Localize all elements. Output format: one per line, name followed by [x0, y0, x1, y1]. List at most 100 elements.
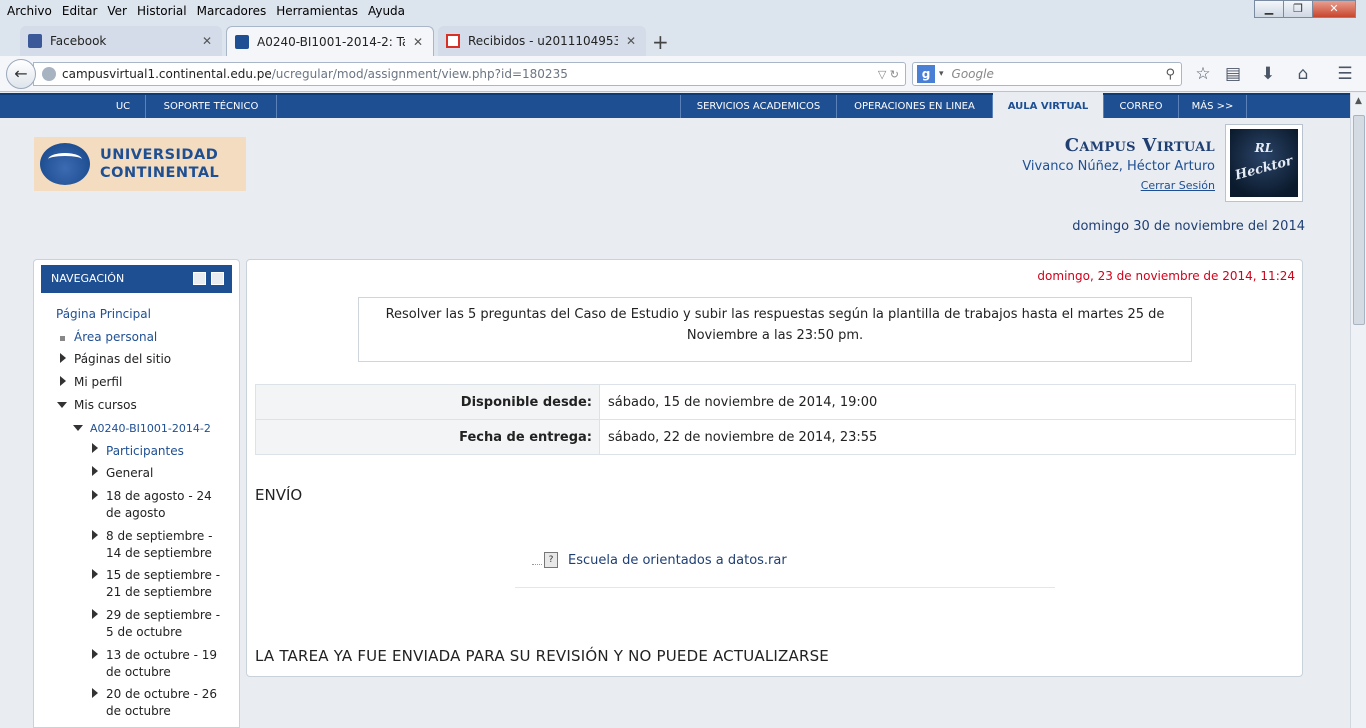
expand-icon[interactable] — [92, 569, 98, 579]
nav-mas[interactable]: MÁS >> — [1179, 95, 1247, 118]
page-scrollbar[interactable]: ▲ — [1350, 93, 1366, 728]
nav-paginas-del-sitio[interactable]: Páginas del sitio — [74, 351, 171, 368]
logout-link[interactable]: Cerrar Sesión — [1141, 179, 1215, 192]
dates-table: Disponible desde: sábado, 15 de noviembr… — [255, 384, 1296, 455]
menu-historial[interactable]: Historial — [132, 4, 192, 18]
university-logo[interactable]: UNIVERSIDAD CONTINENTAL — [34, 137, 246, 191]
logo-text: UNIVERSIDAD CONTINENTAL — [100, 147, 220, 181]
dock-block-icon[interactable] — [211, 272, 224, 285]
scroll-thumb[interactable] — [1353, 115, 1365, 325]
tab-title: Facebook — [50, 34, 107, 48]
menu-archivo[interactable]: Archivo — [2, 4, 57, 18]
expand-icon[interactable] — [92, 490, 98, 500]
navigation-title: NAVEGACIÓN — [51, 272, 125, 285]
avatar-image: RL Hecktor — [1230, 129, 1298, 197]
nav-uc[interactable]: UC — [101, 95, 146, 118]
expand-icon[interactable] — [92, 530, 98, 540]
nav-correo[interactable]: CORREO — [1103, 95, 1179, 118]
close-tab-icon[interactable]: ✕ — [413, 35, 423, 49]
assignment-panel: domingo, 23 de noviembre de 2014, 11:24 … — [246, 259, 1303, 677]
search-icon[interactable]: ⚲ — [1165, 67, 1175, 82]
avatar[interactable]: RL Hecktor — [1225, 124, 1303, 202]
facebook-icon — [28, 34, 42, 48]
file-link[interactable]: Escuela de orientados a datos.rar — [568, 553, 787, 568]
nav-week-18-agosto[interactable]: 18 de agosto - 24 de agosto — [106, 488, 212, 522]
nav-servicios-academicos[interactable]: SERVICIOS ACADEMICOS — [680, 95, 837, 118]
tab-title: Recibidos - u2011104953@... — [468, 34, 618, 48]
posted-date: domingo, 23 de noviembre de 2014, 11:24 — [1037, 269, 1295, 283]
expand-icon[interactable] — [92, 649, 98, 659]
close-tab-icon[interactable]: ✕ — [626, 34, 636, 48]
tab-assignment[interactable]: A0240-BI1001-2014-2: Tare... ✕ — [226, 26, 434, 56]
menu-herramientas[interactable]: Herramientas — [271, 4, 363, 18]
maximize-button[interactable]: ❐ — [1283, 0, 1313, 18]
nav-mis-cursos[interactable]: Mis cursos — [74, 397, 137, 414]
tab-title: A0240-BI1001-2014-2: Tare... — [257, 34, 405, 49]
divider — [515, 587, 1055, 588]
nav-week-8-septiembre[interactable]: 8 de septiembre -14 de septiembre — [106, 528, 212, 562]
nav-week-13-octubre[interactable]: 13 de octubre - 19 de octubre — [106, 647, 217, 681]
collapse-icon[interactable] — [73, 425, 83, 431]
collapse-icon[interactable] — [57, 402, 67, 408]
globe-icon — [42, 67, 56, 81]
logo-emblem-icon — [40, 143, 90, 185]
tab-facebook[interactable]: Facebook ✕ — [20, 26, 222, 56]
expand-icon[interactable] — [92, 443, 98, 453]
nav-week-29-septiembre[interactable]: 29 de septiembre -5 de octubre — [106, 607, 220, 641]
close-tab-icon[interactable]: ✕ — [202, 34, 212, 48]
reading-list-icon[interactable]: ▤ — [1222, 64, 1244, 84]
nav-week-20-octubre[interactable]: 20 de octubre - 26 de octubre — [106, 686, 217, 720]
tab-gmail[interactable]: Recibidos - u2011104953@... ✕ — [438, 26, 646, 56]
new-tab-icon[interactable]: + — [652, 30, 669, 54]
nav-aula-virtual[interactable]: AULA VIRTUAL — [993, 93, 1103, 120]
menu-bar: Archivo Editar Ver Historial Marcadores … — [0, 0, 1366, 22]
submission-heading: ENVÍO — [255, 486, 303, 504]
navigation-header: NAVEGACIÓN — [41, 265, 232, 293]
expand-icon[interactable] — [60, 353, 66, 363]
menu-editar[interactable]: Editar — [57, 4, 103, 18]
menu-ayuda[interactable]: Ayuda — [363, 4, 410, 18]
minimize-button[interactable]: ▁ — [1254, 0, 1284, 18]
nav-soporte-tecnico[interactable]: SOPORTE TÉCNICO — [146, 95, 277, 118]
tree-connector — [532, 555, 542, 565]
expand-icon[interactable] — [92, 609, 98, 619]
google-icon: g — [917, 65, 935, 83]
campus-title: Campus Virtual — [1064, 135, 1215, 156]
nav-pagina-principal[interactable]: Página Principal — [56, 306, 151, 323]
back-button[interactable]: ← — [6, 59, 36, 89]
menu-ver[interactable]: Ver — [102, 4, 132, 18]
dropdown-icon[interactable]: ▾ — [939, 69, 944, 79]
user-name: Vivanco Núñez, Héctor Arturo — [1022, 159, 1215, 174]
collapse-block-icon[interactable] — [193, 272, 206, 285]
expand-icon[interactable] — [60, 376, 66, 386]
submission-locked-notice: LA TAREA YA FUE ENVIADA PARA SU REVISIÓN… — [255, 647, 829, 665]
navigation-block: NAVEGACIÓN Página Principal Área persona… — [33, 259, 240, 728]
due-date-label: Fecha de entrega: — [255, 419, 600, 455]
menu-marcadores[interactable]: Marcadores — [192, 4, 272, 18]
nav-participantes[interactable]: Participantes — [106, 443, 184, 460]
assignment-intro: Resolver las 5 preguntas del Caso de Est… — [358, 297, 1192, 362]
nav-operaciones-en-linea[interactable]: OPERACIONES EN LINEA — [837, 95, 993, 118]
submitted-file: ? Escuela de orientados a datos.rar — [532, 552, 787, 568]
nav-mi-perfil[interactable]: Mi perfil — [74, 374, 122, 391]
current-date: domingo 30 de noviembre del 2014 — [1072, 219, 1305, 234]
home-icon[interactable]: ⌂ — [1292, 64, 1314, 84]
file-unknown-icon: ? — [544, 552, 558, 568]
uc-icon — [235, 34, 249, 49]
nav-course-a0240[interactable]: A0240-BI1001-2014-2 — [90, 420, 211, 437]
nav-week-15-septiembre[interactable]: 15 de septiembre -21 de septiembre — [106, 567, 220, 601]
search-placeholder: Google — [951, 67, 994, 81]
search-bar[interactable]: g ▾ Google ⚲ — [912, 62, 1182, 86]
nav-general[interactable]: General — [106, 465, 153, 482]
bookmark-star-icon[interactable]: ☆ — [1192, 64, 1214, 84]
bullet-icon — [60, 336, 65, 341]
url-bar[interactable]: campusvirtual1.continental.edu.pe/ucregu… — [33, 62, 906, 86]
nav-area-personal[interactable]: Área personal — [74, 329, 157, 346]
reload-icon[interactable]: ▽ ↻ — [878, 68, 899, 81]
expand-icon[interactable] — [92, 466, 98, 476]
downloads-icon[interactable]: ⬇ — [1257, 64, 1279, 84]
close-window-button[interactable]: ✕ — [1312, 0, 1356, 18]
menu-icon[interactable]: ☰ — [1334, 64, 1356, 84]
expand-icon[interactable] — [92, 688, 98, 698]
scroll-up-icon[interactable]: ▲ — [1351, 93, 1366, 109]
